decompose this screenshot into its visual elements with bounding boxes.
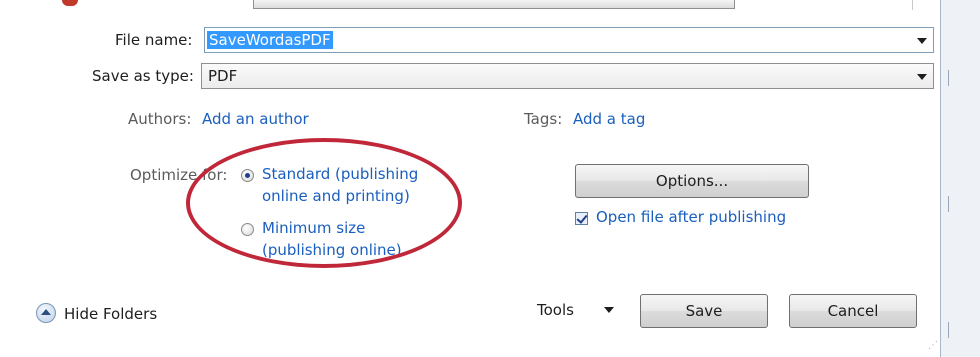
authors-label: Authors: (128, 110, 192, 128)
file-name-field[interactable]: SaveWordasPDF (204, 27, 934, 53)
minimum-option-line2[interactable]: (publishing online) (262, 241, 402, 259)
minimum-size-radio[interactable] (241, 223, 254, 236)
open-after-checkbox[interactable] (575, 212, 588, 225)
resize-grip[interactable]: ⋰ (928, 340, 938, 351)
chevron-down-icon[interactable] (917, 38, 927, 44)
horizontal-scrollbar[interactable] (253, 0, 735, 9)
top-edge (0, 0, 940, 10)
save-as-dialog: File name: SaveWordasPDF Save as type: P… (0, 0, 940, 357)
open-after-label[interactable]: Open file after publishing (596, 208, 786, 226)
options-button[interactable]: Options... (575, 164, 809, 198)
standard-radio[interactable] (241, 169, 254, 182)
hide-folders-icon[interactable] (36, 303, 56, 323)
tools-chevron-down-icon[interactable] (604, 307, 614, 313)
add-author-link[interactable]: Add an author (202, 110, 309, 128)
save-as-type-value: PDF (208, 67, 238, 85)
hide-folders-label[interactable]: Hide Folders (64, 305, 157, 323)
window-frame-right (940, 0, 980, 357)
standard-option-line1[interactable]: Standard (publishing (262, 165, 418, 183)
file-name-label: File name: (115, 31, 193, 49)
cancel-button[interactable]: Cancel (789, 294, 917, 328)
standard-option-line2[interactable]: online and printing) (262, 187, 410, 205)
frame-tick (948, 70, 949, 86)
minimum-option-line1[interactable]: Minimum size (262, 219, 365, 237)
frame-tick (948, 322, 949, 338)
save-as-type-label: Save as type: (92, 67, 194, 85)
frame-tick (948, 196, 949, 212)
divider (912, 0, 913, 10)
save-as-type-select[interactable]: PDF (201, 63, 934, 89)
tags-label: Tags: (524, 110, 563, 128)
add-tag-link[interactable]: Add a tag (573, 110, 645, 128)
tools-menu[interactable]: Tools (537, 301, 574, 319)
file-name-value[interactable]: SaveWordasPDF (207, 31, 333, 49)
chevron-down-icon[interactable] (917, 74, 927, 80)
app-icon-fragment (62, 0, 78, 6)
optimize-label: Optimize for: (130, 166, 228, 184)
save-button[interactable]: Save (640, 294, 768, 328)
